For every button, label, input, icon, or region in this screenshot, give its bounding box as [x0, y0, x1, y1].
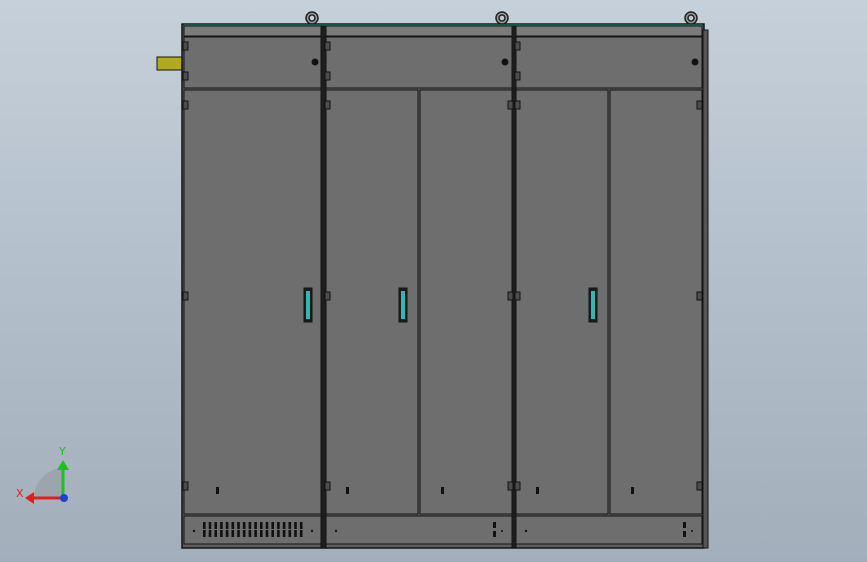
vent-slot: [208, 522, 212, 529]
vent-slot: [288, 530, 292, 537]
vent-slot: [265, 522, 269, 529]
cabinet-side-depth: [702, 29, 709, 549]
vent-slot: [231, 522, 235, 529]
top-compartment-lock-2: [501, 58, 509, 66]
top-cap-bay-1: [183, 25, 322, 37]
top-cap-bay-3: [515, 25, 703, 37]
door-handle-bay-3: [588, 287, 598, 323]
vent-slot: [242, 522, 246, 529]
top-compartment-bay-1: [183, 36, 322, 89]
vent-slot: [237, 522, 240, 529]
vent-slot: [299, 530, 303, 537]
vent-slot: [277, 530, 280, 537]
top-compartment-lock-1: [311, 58, 319, 66]
door-bay-1: [183, 89, 322, 515]
lifting-eye-3: [684, 11, 698, 25]
cad-viewport[interactable]: Y X: [0, 0, 867, 562]
lifting-eye-2: [495, 11, 509, 25]
vent-slot: [231, 530, 235, 537]
vent-slot: [265, 530, 269, 537]
x-axis-label: X: [16, 487, 24, 500]
vent-slot: [220, 522, 223, 529]
vent-slot: [248, 530, 252, 537]
door-bay-2-right: [419, 89, 513, 515]
vent-slot: [288, 522, 292, 529]
lifting-eye-1: [305, 11, 319, 25]
vent-slot: [214, 522, 217, 529]
triad-xy-plane-shade: [33, 468, 63, 498]
top-compartment-bay-2: [325, 36, 513, 89]
vent-slot: [282, 522, 286, 529]
side-busbar-tab: [156, 56, 184, 71]
vent-slot: [242, 530, 246, 537]
z-axis-dot: [60, 494, 68, 502]
vent-slot: [294, 530, 297, 537]
vent-slot: [220, 530, 223, 537]
plinth-bay-2: [325, 515, 513, 545]
vent-slot: [203, 522, 206, 529]
vent-slot: [208, 530, 212, 537]
door-bay-3-right: [609, 89, 703, 515]
top-compartment-lock-3: [691, 58, 699, 66]
door-handle-bay-1: [303, 287, 313, 323]
y-axis-label: Y: [58, 445, 66, 458]
vent-slot: [271, 522, 274, 529]
vent-slot: [271, 530, 274, 537]
top-cap-bay-2: [325, 25, 513, 37]
vent-slot: [282, 530, 286, 537]
door-handle-bay-2: [398, 287, 408, 323]
vent-slot: [299, 522, 303, 529]
vent-slot: [254, 522, 257, 529]
axis-triad: Y X: [16, 445, 69, 504]
vent-slot: [260, 522, 263, 529]
electrical-cabinet-model[interactable]: [156, 11, 709, 549]
vent-slot: [248, 522, 252, 529]
plinth-bay-3: [515, 515, 703, 545]
vent-slot: [254, 530, 257, 537]
vent-slot: [225, 530, 229, 537]
vent-slot: [277, 522, 280, 529]
vent-slot: [260, 530, 263, 537]
vent-slot: [294, 522, 297, 529]
vent-slot: [225, 522, 229, 529]
top-compartment-bay-3: [515, 36, 703, 89]
vent-slot: [237, 530, 240, 537]
x-axis-arrowhead: [25, 492, 34, 504]
vent-slot: [203, 530, 206, 537]
vent-slot: [214, 530, 217, 537]
y-axis-arrowhead: [57, 460, 69, 470]
